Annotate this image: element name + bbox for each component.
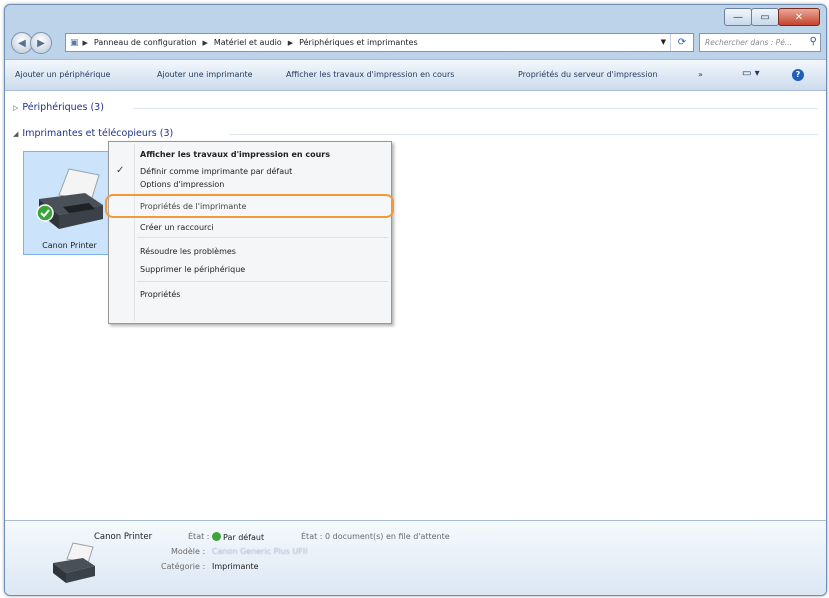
search-icon[interactable]: ⚲ xyxy=(810,36,817,47)
minimize-button[interactable]: — xyxy=(724,8,752,26)
forward-arrow-icon: ▶ xyxy=(37,37,45,49)
menu-item-set-default[interactable]: Définir comme imprimante par défaut xyxy=(140,167,292,176)
see-print-jobs-button[interactable]: Afficher les travaux d'impression en cou… xyxy=(286,70,454,79)
details-category-value: Imprimante xyxy=(212,562,259,571)
maximize-button[interactable]: ▭ xyxy=(751,8,779,26)
add-device-button[interactable]: Ajouter un périphérique xyxy=(15,70,110,79)
back-arrow-icon: ◀ xyxy=(18,37,26,49)
add-printer-button[interactable]: Ajouter une imprimante xyxy=(157,70,253,79)
menu-item-create-shortcut[interactable]: Créer un raccourci xyxy=(140,223,214,232)
group-header-devices[interactable]: ▷ Périphériques (3) xyxy=(13,102,104,113)
menu-item-see-print-jobs[interactable]: Afficher les travaux d'impression en cou… xyxy=(140,150,330,159)
address-bar[interactable]: ▣ ▶ Panneau de configuration ▶ Matériel … xyxy=(65,33,694,52)
print-server-properties-button[interactable]: Propriétés du serveur d'impression xyxy=(518,70,658,79)
details-queue: État : 0 document(s) en file d'attente xyxy=(301,532,450,541)
menu-item-remove-device[interactable]: Supprimer le périphérique xyxy=(140,265,245,274)
printer-icon xyxy=(53,542,95,583)
printer-icon xyxy=(36,168,103,229)
menu-item-troubleshoot[interactable]: Résoudre les problèmes xyxy=(140,247,236,256)
details-state-label: État : xyxy=(188,532,210,541)
group-header-printers[interactable]: ◢ Imprimantes et télécopieurs (3) xyxy=(13,128,173,139)
details-pane: Canon Printer État : Par défaut État : 0… xyxy=(5,520,826,595)
breadcrumb-control-panel[interactable]: Panneau de configuration xyxy=(94,38,197,47)
address-row: ◀ ▶ ▣ ▶ Panneau de configuration ▶ Matér… xyxy=(5,29,826,59)
search-input[interactable]: Rechercher dans : Pé... ⚲ xyxy=(699,33,821,52)
details-model-label: Modèle : xyxy=(171,547,206,556)
expand-arrow-icon: ▷ xyxy=(13,104,19,112)
refresh-icon[interactable]: ⟳ xyxy=(670,34,693,51)
default-check-icon xyxy=(36,204,54,222)
printer-name: Canon Printer xyxy=(42,241,97,250)
menu-item-properties[interactable]: Propriétés xyxy=(140,290,180,299)
details-model-value: Canon Generic Plus UFII xyxy=(212,547,308,556)
collapse-arrow-icon: ◢ xyxy=(13,130,19,138)
control-panel-icon: ▣ xyxy=(70,37,79,48)
view-options-icon[interactable]: ▭ ▾ xyxy=(742,68,760,79)
address-dropdown-icon[interactable]: ▼ xyxy=(661,34,666,51)
menu-item-print-options[interactable]: Options d'impression xyxy=(140,180,224,188)
help-icon[interactable]: ? xyxy=(792,69,804,81)
details-category-label: Catégorie : xyxy=(161,562,206,571)
menu-separator xyxy=(137,281,388,282)
details-printer-name: Canon Printer xyxy=(94,532,153,542)
forward-button[interactable]: ▶ xyxy=(30,32,52,54)
group-divider xyxy=(230,134,818,135)
search-placeholder: Rechercher dans : Pé... xyxy=(705,38,792,47)
status-ok-icon xyxy=(212,532,221,541)
group-divider xyxy=(133,108,818,109)
chevron-right-icon: ▶ xyxy=(202,38,208,47)
breadcrumb-hardware-sound[interactable]: Matériel et audio xyxy=(214,38,282,47)
chevron-right-icon: ▶ xyxy=(82,38,88,47)
more-commands-button[interactable]: » xyxy=(698,70,703,79)
details-state-value: Par défaut xyxy=(212,532,264,542)
checkmark-icon: ✓ xyxy=(116,165,125,176)
highlight-frame xyxy=(105,194,394,218)
menu-separator xyxy=(137,237,388,238)
menu-item-print-options-clip: Options d'impression xyxy=(140,179,300,188)
breadcrumb-devices-printers[interactable]: Périphériques et imprimantes xyxy=(299,38,418,47)
command-bar: Ajouter un périphérique Ajouter une impr… xyxy=(5,59,826,91)
chevron-right-icon: ▶ xyxy=(287,38,294,47)
menu-gutter xyxy=(134,144,135,321)
close-button[interactable]: ✕ xyxy=(778,8,820,26)
context-menu: Afficher les travaux d'impression en cou… xyxy=(108,141,392,324)
window-controls: — ▭ ✕ xyxy=(724,8,820,26)
